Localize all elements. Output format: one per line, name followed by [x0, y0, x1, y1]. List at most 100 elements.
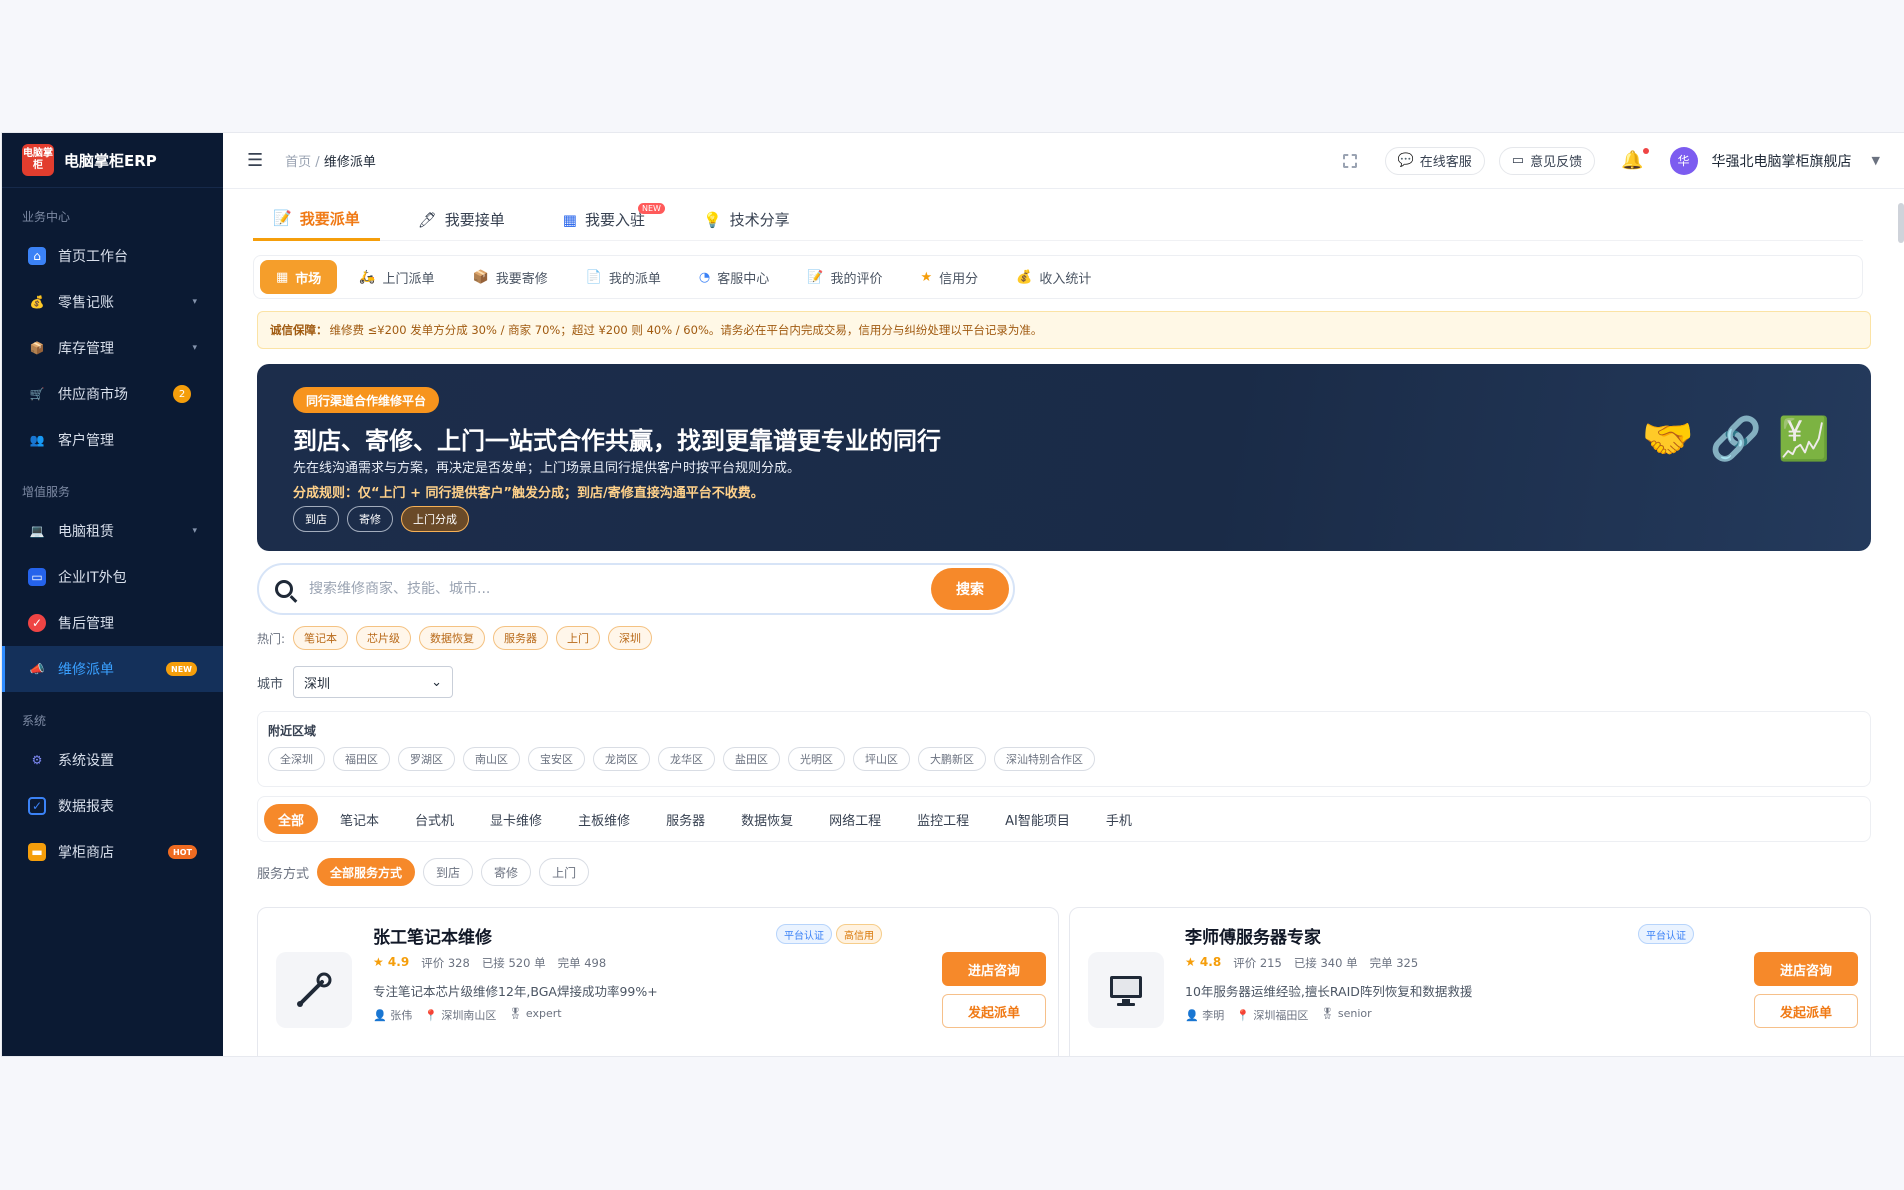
hot-chip[interactable]: 深圳	[608, 626, 653, 650]
tab-dispatch[interactable]: 📝 我要派单	[253, 199, 380, 241]
sidebar-item-supplier[interactable]: 🛒 供应商市场 2	[2, 371, 223, 417]
search-button[interactable]: 搜索	[931, 568, 1009, 610]
breadcrumb-home[interactable]: 首页	[285, 155, 311, 170]
category-tab[interactable]: 手机	[1092, 804, 1146, 834]
subtab-credit[interactable]: ★ 信用分	[904, 260, 994, 294]
merchant-name[interactable]: 张工笔记本维修	[373, 923, 492, 948]
gear-icon: ⚙	[31, 753, 43, 767]
hot-chip[interactable]: 上门	[556, 626, 601, 650]
certified-badge: 平台认证	[1638, 924, 1694, 944]
sidebar-item-reports[interactable]: ✓ 数据报表	[2, 783, 223, 829]
feedback-icon: ▭	[1511, 153, 1525, 168]
category-tab[interactable]: 数据恢复	[727, 804, 807, 834]
hero-tag[interactable]: 寄修	[347, 506, 393, 532]
category-tab[interactable]: 服务器	[652, 804, 719, 834]
subtab-mail-repair[interactable]: 📦 我要寄修	[457, 260, 564, 294]
city-select[interactable]: 深圳 ⌄	[293, 666, 454, 698]
new-tag: NEW	[166, 662, 197, 676]
online-service-button[interactable]: 💬 在线客服	[1384, 146, 1485, 175]
brand[interactable]: 电脑掌柜 电脑掌柜ERP	[2, 133, 223, 188]
online-service-label: 在线客服	[1419, 155, 1472, 170]
tab-accept[interactable]: 🖊 我要接单	[398, 199, 525, 241]
dispatch-button[interactable]: 发起派单	[1754, 994, 1858, 1028]
category-tab[interactable]: 主板维修	[564, 804, 644, 834]
tab-tech-share[interactable]: 💡 技术分享	[683, 199, 810, 241]
level-icon: 🎖 senior	[1320, 1007, 1372, 1020]
hot-tag: HOT	[168, 845, 197, 859]
subtab-my-dispatch[interactable]: 📄 我的派单	[570, 260, 677, 294]
hot-label: 热门:	[257, 631, 286, 646]
city-value: 深圳	[304, 676, 331, 692]
area-chip[interactable]: 盐田区	[723, 747, 780, 771]
mode-chip[interactable]: 上门	[539, 858, 590, 886]
area-chip[interactable]: 龙华区	[658, 747, 715, 771]
feedback-button[interactable]: ▭ 意见反馈	[1498, 146, 1596, 175]
hero-tag[interactable]: 到店	[293, 506, 339, 532]
merchant-card[interactable]: 张工笔记本维修 平台认证 高信用 ★ 4.9 评价 328 已接 520 单 完…	[257, 907, 1059, 1056]
subtab-service-center[interactable]: ◔ 客服中心	[683, 260, 785, 294]
area-chip[interactable]: 深汕特别合作区	[994, 747, 1095, 771]
sidebar-item-repair-dispatch[interactable]: 📣 维修派单 NEW	[2, 646, 223, 692]
hero-rule: 分成规则：仅“上门 + 同行提供客户”触发分成；到店/寄修直接沟通平台不收费。	[293, 486, 764, 501]
category-tab[interactable]: 监控工程	[903, 804, 983, 834]
sidebar-item-it-outsourcing[interactable]: ▭ 企业IT外包	[2, 554, 223, 600]
sidebar-item-retail[interactable]: 💰 零售记账 ▾	[2, 279, 223, 325]
category-bar: 全部 笔记本 台式机 显卡维修 主板维修 服务器 数据恢复 网络工程 监控工程 …	[257, 796, 1871, 842]
sidebar-item-store[interactable]: ▬ 掌柜商店 HOT	[2, 829, 223, 875]
money-bag-icon: 💰	[1016, 269, 1033, 285]
search-input[interactable]	[309, 581, 931, 597]
hot-chip[interactable]: 服务器	[493, 626, 549, 650]
sidebar-item-after-sales[interactable]: ✓ 售后管理	[2, 600, 223, 646]
area-chip[interactable]: 福田区	[333, 747, 390, 771]
sidebar-item-home[interactable]: ⌂ 首页工作台	[2, 233, 223, 279]
area-chip[interactable]: 南山区	[463, 747, 520, 771]
subtab-onsite-dispatch[interactable]: 🛵 上门派单	[343, 260, 450, 294]
mode-chip[interactable]: 到店	[423, 858, 474, 886]
category-tab[interactable]: 网络工程	[815, 804, 895, 834]
hero-tag[interactable]: 上门分成	[401, 506, 469, 532]
area-chip[interactable]: 罗湖区	[398, 747, 455, 771]
sidebar-item-customers[interactable]: 👥 客户管理	[2, 417, 223, 463]
sidebar-item-settings[interactable]: ⚙ 系统设置	[2, 737, 223, 783]
sidebar-item-inventory[interactable]: 📦 库存管理 ▾	[2, 325, 223, 371]
growth-chart-icon: 💹	[1777, 414, 1831, 463]
dispatch-button[interactable]: 发起派单	[942, 994, 1046, 1028]
category-tab[interactable]: 全部	[264, 804, 319, 834]
category-tab[interactable]: 台式机	[401, 804, 468, 834]
menu-toggle-icon[interactable]: ☰	[247, 150, 263, 171]
hot-chip[interactable]: 笔记本	[293, 626, 349, 650]
merchant-badges: 平台认证 高信用	[776, 924, 882, 944]
merchant-meta: 👤 李明 📍 深圳福田区 🎖 senior	[1185, 1007, 1372, 1023]
subtab-market[interactable]: ▦ 市场	[260, 260, 338, 294]
category-tab[interactable]: 笔记本	[326, 804, 393, 834]
caret-down-icon[interactable]: ▼	[1872, 154, 1880, 167]
consult-button[interactable]: 进店咨询	[1754, 952, 1858, 986]
hot-chip[interactable]: 数据恢复	[419, 626, 486, 650]
scrollbar-thumb[interactable]	[1898, 203, 1904, 243]
area-chip[interactable]: 光明区	[788, 747, 845, 771]
merchant-card[interactable]: 李师傅服务器专家 平台认证 ★ 4.8 评价 215 已接 340 单 完单 3…	[1069, 907, 1871, 1056]
user-name[interactable]: 华强北电脑掌柜旗舰店	[1712, 151, 1852, 171]
area-chip[interactable]: 龙岗区	[593, 747, 650, 771]
merchant-name[interactable]: 李师傅服务器专家	[1185, 923, 1321, 948]
area-chip[interactable]: 大鹏新区	[918, 747, 986, 771]
area-chip[interactable]: 全深圳	[268, 747, 325, 771]
subtab-income[interactable]: 💰 收入统计	[1000, 260, 1107, 294]
area-chip[interactable]: 坪山区	[853, 747, 910, 771]
avatar[interactable]: 华	[1669, 146, 1698, 175]
review-count: 评价 215	[1233, 956, 1282, 970]
sidebar-item-rental[interactable]: 💻 电脑租赁 ▾	[2, 508, 223, 554]
area-chip[interactable]: 宝安区	[528, 747, 585, 771]
hot-chip[interactable]: 芯片级	[356, 626, 412, 650]
subtab-my-reviews[interactable]: 📝 我的评价	[791, 260, 898, 294]
mode-chip[interactable]: 全部服务方式	[317, 858, 416, 886]
bell-icon[interactable]: 🔔	[1621, 148, 1649, 171]
fullscreen-icon[interactable]	[1342, 153, 1357, 168]
consult-button[interactable]: 进店咨询	[942, 952, 1046, 986]
tab-join[interactable]: ▦ 我要入驻 NEW	[543, 199, 665, 241]
main-content: 📝 我要派单 🖊 我要接单 ▦ 我要入驻 NEW 💡 技术分享 ▦ 市场 🛵 上门派…	[223, 189, 1904, 1056]
category-tab[interactable]: AI智能项目	[991, 804, 1084, 834]
mode-chip[interactable]: 寄修	[481, 858, 532, 886]
category-tab[interactable]: 显卡维修	[476, 804, 556, 834]
person-name: 张伟	[390, 1009, 413, 1022]
